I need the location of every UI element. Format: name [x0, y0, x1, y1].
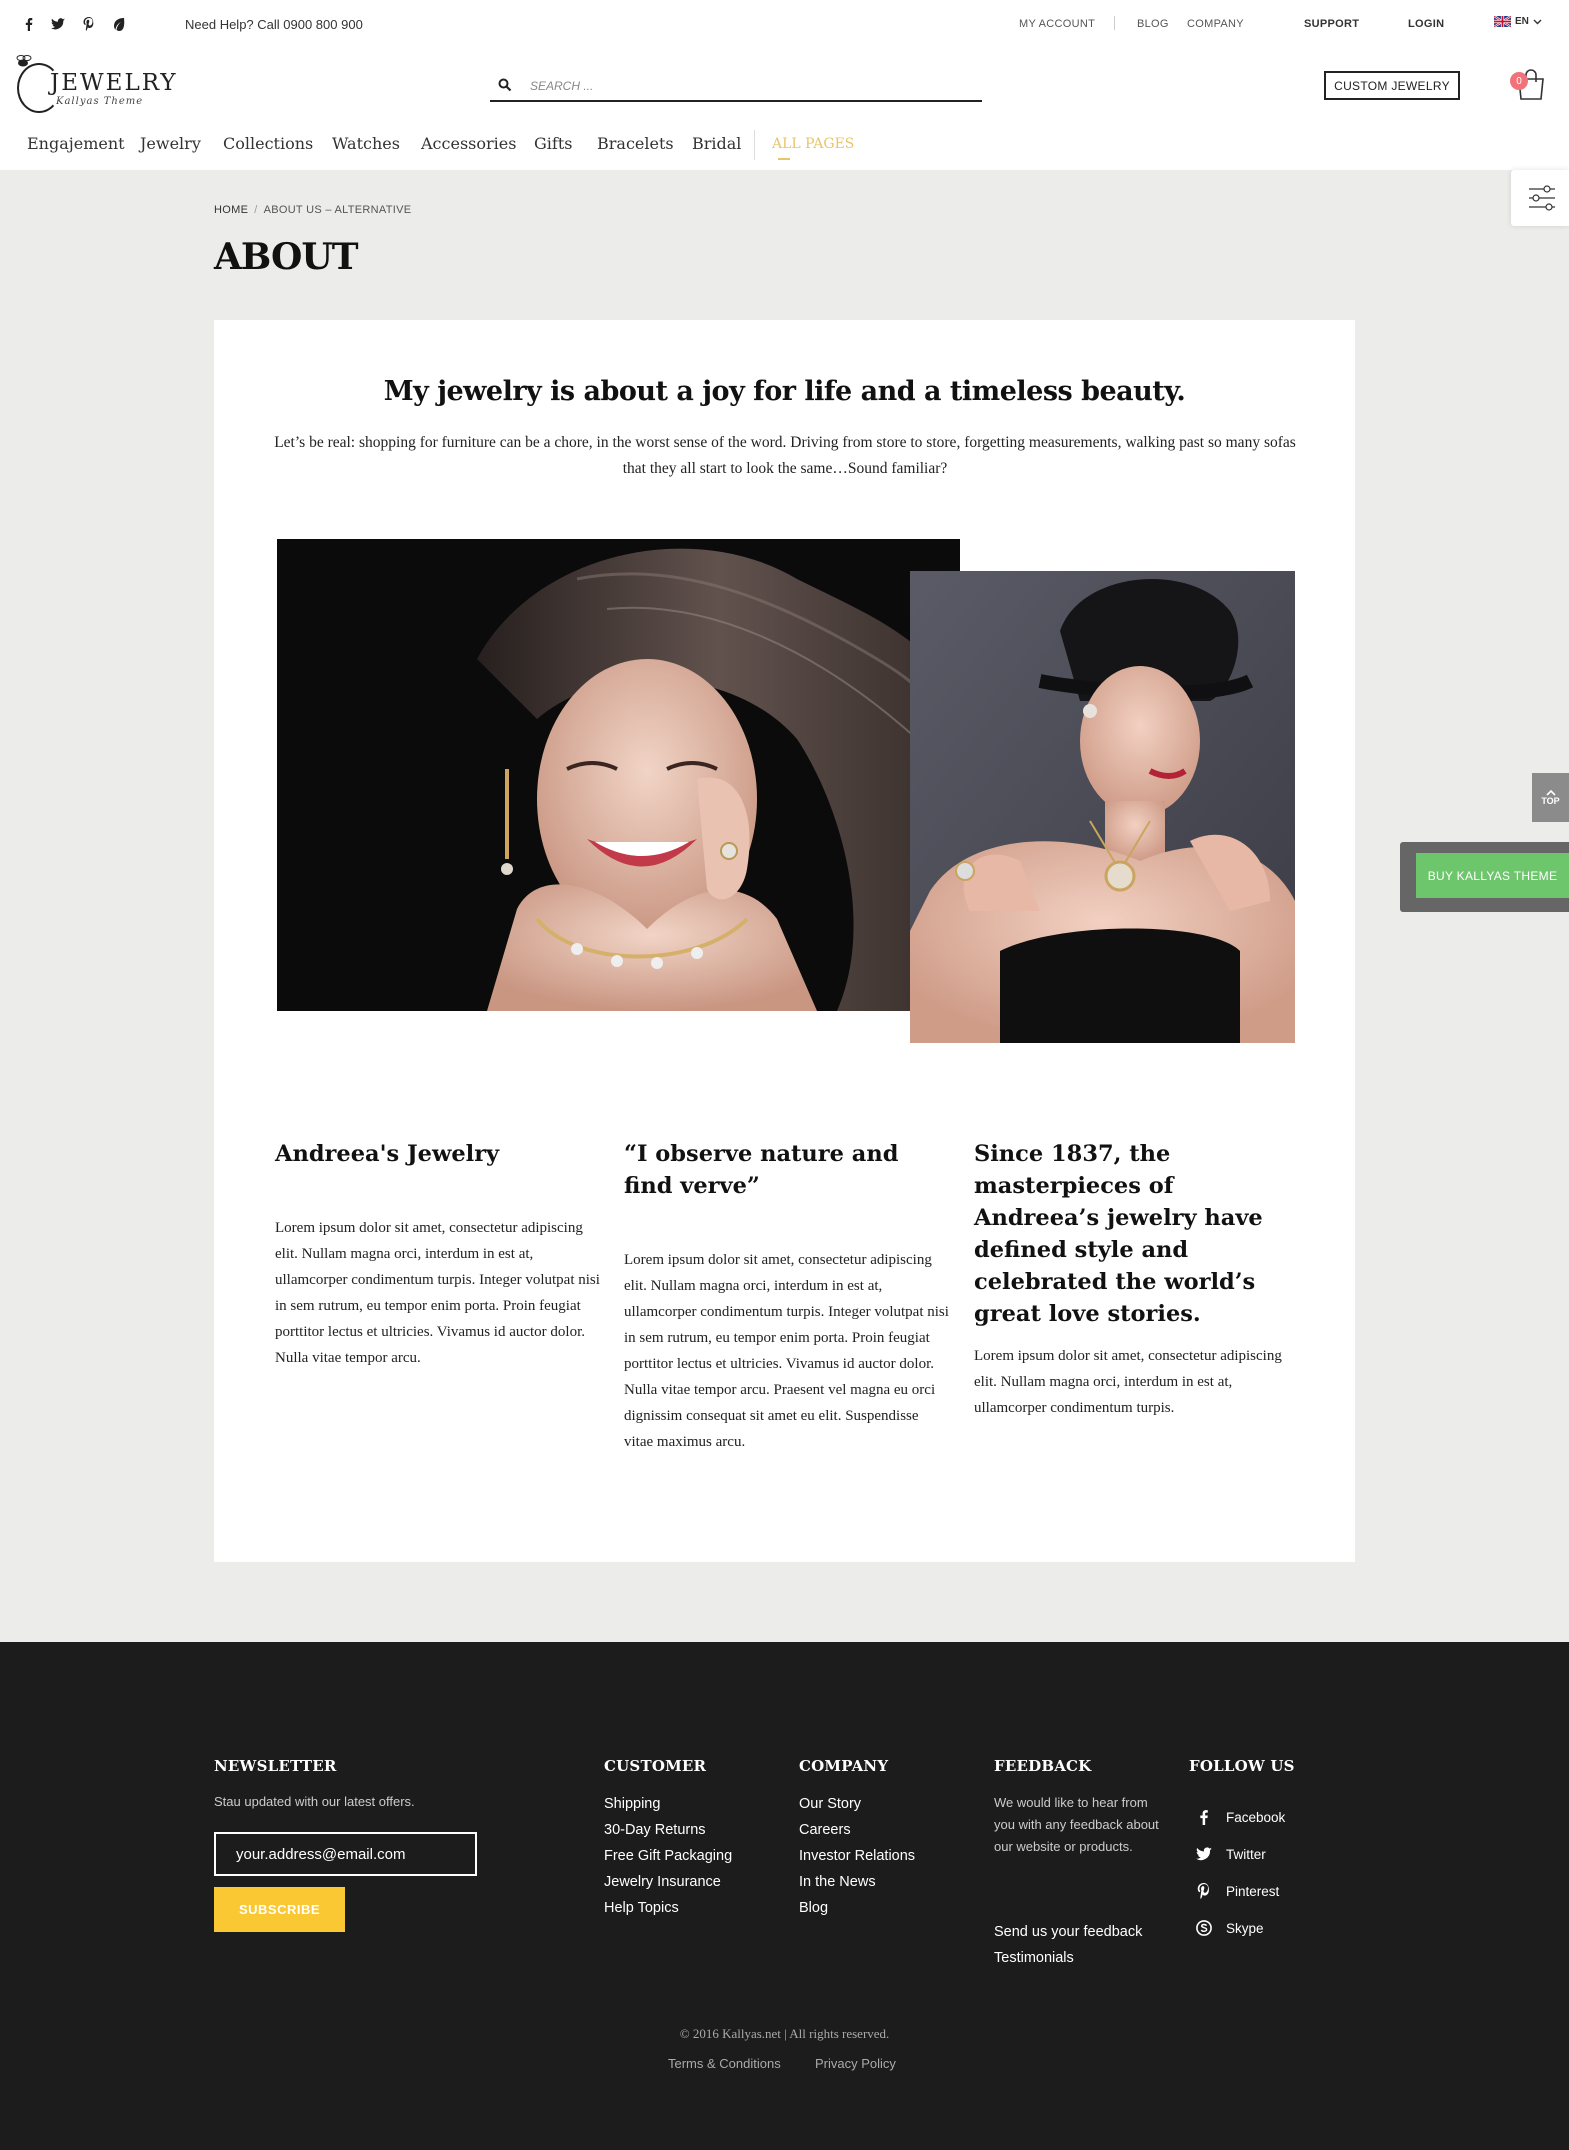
footer-link-careers[interactable]: Careers	[799, 1822, 851, 1838]
follow-pinterest-label: Pinterest	[1226, 1883, 1280, 1899]
settings-panel-toggle[interactable]	[1511, 170, 1569, 226]
feedback-link[interactable]: Send us your feedback	[994, 1924, 1142, 1940]
newsletter-email-input[interactable]	[214, 1832, 477, 1876]
breadcrumb: HOME / ABOUT US – ALTERNATIVE	[214, 204, 411, 216]
scroll-top-label: TOP	[1541, 796, 1560, 806]
testimonials-link[interactable]: Testimonials	[994, 1950, 1074, 1966]
my-account-link[interactable]: MY ACCOUNT	[1019, 18, 1095, 30]
search-icon[interactable]	[498, 78, 512, 92]
follow-skype[interactable]: Skype	[1196, 1920, 1264, 1936]
cart-count-badge: 0	[1510, 72, 1528, 90]
footer-link-shipping[interactable]: Shipping	[604, 1796, 660, 1812]
subscribe-button[interactable]: SUBSCRIBE	[214, 1887, 345, 1932]
smiling-woman-photo	[277, 539, 960, 1011]
column-2-text: Lorem ipsum dolor sit amet, consectetur …	[624, 1252, 949, 1450]
follow-twitter-label: Twitter	[1226, 1846, 1266, 1862]
facebook-icon	[1200, 1810, 1208, 1825]
column-1-heading: Andreea's Jewelry	[275, 1141, 500, 1167]
hero-text: Let’s be real: shopping for furniture ca…	[274, 434, 1296, 477]
skype-icon	[1196, 1920, 1212, 1936]
search-bar	[490, 70, 982, 102]
facebook-icon[interactable]	[22, 17, 36, 31]
nav-item-bracelets[interactable]: Bracelets	[597, 134, 674, 153]
nav-item-engajement[interactable]: Engajement	[27, 134, 125, 153]
hero-title: My jewelry is about a joy for life and a…	[383, 376, 1186, 407]
footer-link-returns[interactable]: 30-Day Returns	[604, 1822, 706, 1838]
chevron-down-icon	[1533, 19, 1542, 24]
newsletter-text: Stau updated with our latest offers.	[214, 1794, 415, 1809]
nav-item-bridal[interactable]: Bridal	[692, 134, 741, 153]
nav-item-watches[interactable]: Watches	[332, 134, 400, 153]
breadcrumb-current: ABOUT US – ALTERNATIVE	[263, 204, 412, 216]
blog-link[interactable]: BLOG	[1137, 18, 1169, 30]
nav-divider	[754, 130, 755, 160]
privacy-link[interactable]: Privacy Policy	[815, 2056, 896, 2071]
language-label: EN	[1515, 16, 1529, 27]
column-2-heading: “I observe nature and find verve”	[624, 1141, 899, 1199]
nav-item-accessories[interactable]: Accessories	[421, 134, 516, 153]
leaf-icon[interactable]	[112, 17, 126, 31]
help-phone-text: Need Help? Call 0900 800 900	[185, 17, 363, 32]
chevron-up-icon	[1545, 789, 1556, 796]
scroll-top-button[interactable]: TOP	[1532, 773, 1569, 822]
footer-link-help[interactable]: Help Topics	[604, 1900, 679, 1916]
follow-facebook[interactable]: Facebook	[1196, 1809, 1285, 1825]
feedback-heading: FEEDBACK	[994, 1757, 1092, 1775]
footer-link-blog[interactable]: Blog	[799, 1900, 828, 1916]
nav-item-collections[interactable]: Collections	[223, 134, 313, 153]
logo-title[interactable]: JEWELRY	[50, 70, 178, 96]
twitter-icon	[1196, 1847, 1212, 1861]
footer-link-news[interactable]: In the News	[799, 1874, 876, 1890]
feedback-text: We would like to hear from you with any …	[994, 1795, 1159, 1854]
column-1-text: Lorem ipsum dolor sit amet, consectetur …	[275, 1220, 600, 1366]
company-link[interactable]: COMPANY	[1187, 18, 1244, 30]
custom-jewelry-button[interactable]: CUSTOM JEWELRY	[1324, 71, 1460, 100]
copyright-text: © 2016 Kallyas.net | All rights reserved…	[679, 2026, 890, 2041]
nav-item-all-pages[interactable]: ALL PAGES	[772, 136, 854, 152]
topbar-divider	[1114, 16, 1115, 30]
language-selector[interactable]: EN	[1494, 16, 1542, 27]
customer-heading: CUSTOMER	[604, 1757, 707, 1775]
search-input[interactable]	[530, 74, 970, 98]
login-link[interactable]: LOGIN	[1408, 18, 1444, 30]
footer-link-investors[interactable]: Investor Relations	[799, 1848, 915, 1864]
follow-pinterest[interactable]: Pinterest	[1196, 1883, 1279, 1899]
follow-facebook-label: Facebook	[1226, 1809, 1286, 1825]
company-heading: COMPANY	[799, 1757, 889, 1775]
footer-link-our-story[interactable]: Our Story	[799, 1796, 861, 1812]
page-title: ABOUT	[214, 236, 359, 278]
follow-twitter[interactable]: Twitter	[1196, 1846, 1266, 1862]
sliders-icon	[1529, 185, 1555, 211]
logo-subtitle: Kallyas Theme	[56, 96, 144, 107]
support-link[interactable]: SUPPORT	[1304, 18, 1359, 30]
column-3-heading: Since 1837, the masterpieces of Andreea’…	[974, 1141, 1263, 1327]
uk-flag-icon	[1494, 16, 1511, 27]
newsletter-heading: NEWSLETTER	[214, 1757, 337, 1775]
nav-item-jewelry[interactable]: Jewelry	[140, 134, 201, 153]
breadcrumb-separator: /	[254, 204, 258, 216]
pinterest-icon[interactable]	[82, 17, 96, 31]
bee-icon	[14, 54, 34, 71]
woman-in-hat-photo	[910, 571, 1295, 1043]
twitter-icon[interactable]	[51, 17, 65, 31]
terms-link[interactable]: Terms & Conditions	[668, 2056, 781, 2071]
footer-link-insurance[interactable]: Jewelry Insurance	[604, 1874, 721, 1890]
follow-skype-label: Skype	[1226, 1920, 1264, 1936]
footer-link-gift-packaging[interactable]: Free Gift Packaging	[604, 1848, 732, 1864]
column-3-text: Lorem ipsum dolor sit amet, consectetur …	[974, 1348, 1282, 1416]
nav-item-gifts[interactable]: Gifts	[534, 134, 572, 153]
follow-heading: FOLLOW US	[1189, 1757, 1295, 1775]
buy-theme-button[interactable]: BUY KALLYAS THEME	[1416, 853, 1569, 898]
pinterest-icon	[1197, 1883, 1209, 1899]
breadcrumb-home[interactable]: HOME	[214, 204, 248, 216]
nav-active-indicator	[778, 158, 790, 160]
